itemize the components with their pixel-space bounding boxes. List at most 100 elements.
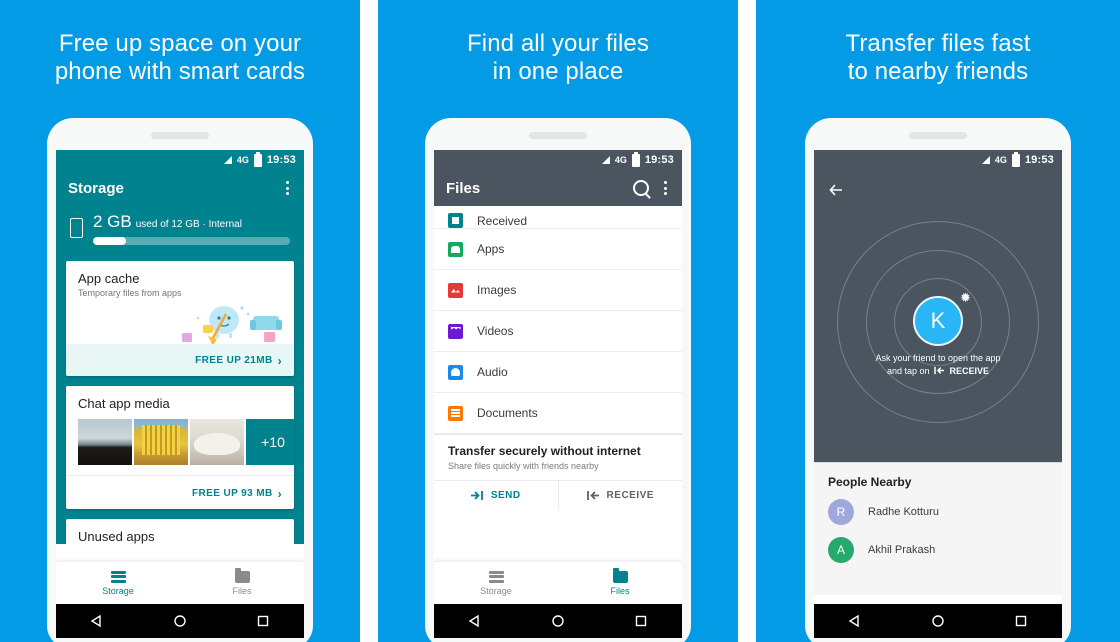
free-up-media-link[interactable]: FREE UP 93 MB › xyxy=(192,488,282,500)
free-up-cache-link[interactable]: FREE UP 21MB › xyxy=(195,355,282,367)
back-arrow-icon[interactable] xyxy=(828,182,844,198)
file-label: Documents xyxy=(477,406,538,420)
bottom-tab-bar-1: Storage Files xyxy=(56,561,304,604)
headline-line-1: Find all your files xyxy=(467,30,649,57)
send-button[interactable]: SEND xyxy=(434,481,559,510)
headline-line-1: Free up space on your xyxy=(58,30,302,57)
avatar: A xyxy=(828,537,854,563)
card-action-row[interactable]: FREE UP 93 MB › xyxy=(66,475,294,509)
tab-storage[interactable]: Storage xyxy=(56,562,180,604)
card-unused-apps[interactable]: Unused apps xyxy=(66,519,294,544)
file-row-apps[interactable]: Apps xyxy=(434,229,682,270)
storage-progress-fill xyxy=(93,237,127,245)
file-label: Images xyxy=(477,283,517,297)
file-label: Audio xyxy=(477,365,508,379)
self-avatar: K xyxy=(913,296,963,346)
thumbnail-more-count[interactable]: +10 xyxy=(246,419,294,465)
phone-speaker xyxy=(529,132,587,139)
toolbar-title: Storage xyxy=(68,179,124,197)
more-count-label: +10 xyxy=(261,434,285,450)
smart-cards-list: App cache Temporary files from apps FREE… xyxy=(56,261,304,544)
person-name: Akhil Prakash xyxy=(868,544,936,556)
storage-header: Storage 2 GB used of 12 GB · Internal xyxy=(56,170,304,261)
overflow-menu-icon[interactable] xyxy=(283,177,292,199)
phone-mockup-1: 4G 19:53 Storage 2 GB used of 12 GB · In… xyxy=(47,118,313,642)
android-nav-bar-3 xyxy=(814,604,1062,638)
panel-divider-2 xyxy=(738,0,756,642)
recents-button-icon[interactable] xyxy=(256,614,270,628)
thumbnail-beach[interactable] xyxy=(78,419,132,465)
overflow-menu-icon[interactable] xyxy=(661,177,670,199)
back-button-icon[interactable] xyxy=(848,614,862,628)
audio-icon xyxy=(448,364,463,380)
back-button-icon[interactable] xyxy=(90,614,104,628)
tab-files[interactable]: Files xyxy=(558,562,682,604)
avatar-initial: A xyxy=(836,543,845,557)
thumbnail-cat[interactable] xyxy=(190,419,244,465)
radar-hint-prefix: and tap on xyxy=(886,366,930,376)
card-subtitle: Temporary files from apps xyxy=(78,288,182,298)
status-bar-3: 4G 19:53 xyxy=(814,150,1062,170)
transfer-action-row: SEND RECEIVE xyxy=(434,480,682,510)
phone-screen-2: 4G 19:53 Files Received Apps Images Vide… xyxy=(434,150,682,604)
phone-speaker xyxy=(909,132,967,139)
person-name: Radhe Kotturu xyxy=(868,506,939,518)
radar-hint-line-2: and tap on RECEIVE xyxy=(814,365,1062,378)
search-icon[interactable] xyxy=(633,180,649,196)
storage-icon xyxy=(488,570,504,583)
file-row-images[interactable]: Images xyxy=(434,270,682,311)
send-arrow-icon xyxy=(470,491,483,500)
list-item[interactable]: R Radhe Kotturu xyxy=(828,499,1048,525)
phone-screen-1: 4G 19:53 Storage 2 GB used of 12 GB · In… xyxy=(56,150,304,604)
home-button-icon[interactable] xyxy=(931,614,945,628)
list-item[interactable]: A Akhil Prakash xyxy=(828,537,1048,563)
clock-label: 19:53 xyxy=(1024,154,1054,166)
clock-label: 19:53 xyxy=(266,154,296,166)
panel-2-headline: Find all your files in one place xyxy=(378,0,738,86)
file-row-videos[interactable]: Videos xyxy=(434,311,682,352)
radar-hint-text: Ask your friend to open the app and tap … xyxy=(814,352,1062,378)
home-button-icon[interactable] xyxy=(551,614,565,628)
screenshot-stage: Free up space on your phone with smart c… xyxy=(0,0,1120,642)
panel-1-headline: Free up space on your phone with smart c… xyxy=(0,0,360,86)
avatar-initial: R xyxy=(836,505,846,519)
promo-panel-files: Find all your files in one place 4G 19:5… xyxy=(378,0,738,642)
home-button-icon[interactable] xyxy=(173,614,187,628)
network-type-label: 4G xyxy=(994,155,1007,165)
panel-divider-1 xyxy=(360,0,378,642)
transfer-title: Transfer securely without internet xyxy=(448,444,641,458)
status-bar-2: 4G 19:53 xyxy=(434,150,682,170)
card-app-cache[interactable]: App cache Temporary files from apps FREE… xyxy=(66,261,294,376)
card-action-row[interactable]: FREE UP 21MB › xyxy=(66,344,294,376)
receive-button[interactable]: RECEIVE xyxy=(559,481,683,510)
tab-storage[interactable]: Storage xyxy=(434,562,558,604)
headline-line-2: in one place xyxy=(492,58,624,85)
videos-icon xyxy=(448,323,463,339)
file-label: Apps xyxy=(477,242,505,256)
network-type-label: 4G xyxy=(614,155,627,165)
file-row-received[interactable]: Received xyxy=(434,206,682,229)
phone-screen-3: 4G 19:53 K ✹ Ask your friend to open the… xyxy=(814,150,1062,604)
promo-panel-nearby: Transfer files fast to nearby friends 4G… xyxy=(756,0,1120,642)
thumbnail-structure[interactable] xyxy=(134,419,188,465)
back-button-icon[interactable] xyxy=(468,614,482,628)
card-title: Unused apps xyxy=(78,529,155,544)
tab-label: Storage xyxy=(480,585,512,596)
file-row-audio[interactable]: Audio xyxy=(434,352,682,393)
receive-arrow-icon xyxy=(934,366,945,375)
recents-button-icon[interactable] xyxy=(634,614,648,628)
storage-detail-label: used of 12 GB · Internal xyxy=(135,219,242,230)
media-thumbnail-strip: +10 xyxy=(66,411,294,475)
card-title: App cache xyxy=(78,271,140,286)
bottom-tab-bar-2: Storage Files xyxy=(434,561,682,604)
card-chat-app-media[interactable]: Chat app media +10 FREE UP 93 MB › xyxy=(66,386,294,509)
transfer-promo-card: Transfer securely without internet Share… xyxy=(434,434,682,510)
storage-used-value: 2 GB xyxy=(93,212,132,231)
avatar: R xyxy=(828,499,854,525)
apps-icon xyxy=(448,241,463,257)
folder-icon xyxy=(234,567,250,583)
recents-button-icon[interactable] xyxy=(1014,614,1028,628)
file-row-documents[interactable]: Documents xyxy=(434,393,682,434)
tab-files[interactable]: Files xyxy=(180,562,304,604)
file-label: Videos xyxy=(477,324,514,338)
